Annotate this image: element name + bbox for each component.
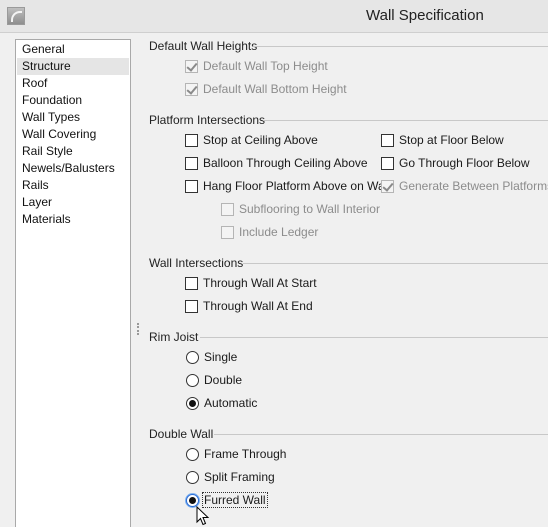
- stop-at-floor-below-label: Stop at Floor Below: [399, 133, 504, 147]
- group-divider: [243, 263, 548, 264]
- mouse-pointer-icon: [196, 506, 210, 526]
- through-wall-at-start-checkbox[interactable]: [185, 277, 198, 290]
- hang-floor-platform-label: Hang Floor Platform Above on Wall: [203, 179, 390, 193]
- frame-through-radio[interactable]: [186, 448, 199, 461]
- group-title-rim-joist: Rim Joist: [149, 330, 199, 344]
- rim-joist-automatic-radio[interactable]: [186, 397, 199, 410]
- hang-floor-platform-checkbox[interactable]: [185, 180, 198, 193]
- default-wall-top-height-label: Default Wall Top Height: [203, 59, 328, 73]
- group-title-default-wall-heights: Default Wall Heights: [149, 39, 258, 53]
- group-divider: [214, 434, 548, 435]
- window-title: Wall Specification: [366, 7, 484, 24]
- sidebar-item-materials[interactable]: Materials: [17, 211, 129, 228]
- rim-joist-single-radio[interactable]: [186, 351, 199, 364]
- sidebar-item-layer[interactable]: Layer: [17, 194, 129, 211]
- default-wall-bottom-height-label: Default Wall Bottom Height: [203, 82, 347, 96]
- group-title-wall-intersections: Wall Intersections: [149, 256, 244, 270]
- balloon-through-ceiling-label: Balloon Through Ceiling Above: [203, 156, 368, 170]
- include-ledger-checkbox[interactable]: [221, 226, 234, 239]
- sidebar-item-roof[interactable]: Roof: [17, 75, 129, 92]
- generate-between-platforms-label: Generate Between Platforms: [399, 179, 548, 193]
- sidebar-item-rail-style[interactable]: Rail Style: [17, 143, 129, 160]
- resize-grip[interactable]: [137, 323, 141, 335]
- rim-joist-automatic-label: Automatic: [204, 396, 258, 410]
- rim-joist-single-label: Single: [204, 350, 238, 364]
- sidebar-item-rails[interactable]: Rails: [17, 177, 129, 194]
- rim-joist-double-label: Double: [204, 373, 243, 387]
- sidebar-item-wall-covering[interactable]: Wall Covering: [17, 126, 129, 143]
- frame-through-label: Frame Through: [204, 447, 287, 461]
- subflooring-checkbox[interactable]: [221, 203, 234, 216]
- furred-wall-label: Furred Wall: [202, 492, 268, 508]
- sidebar-item-foundation[interactable]: Foundation: [17, 92, 129, 109]
- sidebar-item-general[interactable]: General: [17, 41, 129, 58]
- split-framing-radio[interactable]: [186, 471, 199, 484]
- title-bar: Wall Specification: [0, 0, 548, 33]
- balloon-through-ceiling-checkbox[interactable]: [185, 157, 198, 170]
- split-framing-label: Split Framing: [204, 470, 275, 484]
- sidebar-item-structure[interactable]: Structure: [17, 58, 129, 75]
- include-ledger-label: Include Ledger: [239, 225, 319, 239]
- through-wall-at-end-label: Through Wall At End: [203, 299, 313, 313]
- stop-at-floor-below-checkbox[interactable]: [381, 134, 394, 147]
- sidebar-item-newels-balusters[interactable]: Newels/Balusters: [17, 160, 129, 177]
- default-wall-top-height-checkbox[interactable]: [185, 60, 198, 73]
- subflooring-label: Subflooring to Wall Interior: [239, 202, 380, 216]
- through-wall-at-start-label: Through Wall At Start: [203, 276, 317, 290]
- group-divider: [253, 46, 548, 47]
- group-title-platform-intersections: Platform Intersections: [149, 113, 266, 127]
- stop-at-ceiling-above-label: Stop at Ceiling Above: [203, 133, 318, 147]
- through-wall-at-end-checkbox[interactable]: [185, 300, 198, 313]
- go-through-floor-below-checkbox[interactable]: [381, 157, 394, 170]
- stop-at-ceiling-above-checkbox[interactable]: [185, 134, 198, 147]
- group-divider: [200, 337, 548, 338]
- group-divider: [263, 120, 548, 121]
- app-icon[interactable]: [7, 7, 25, 25]
- group-title-double-wall: Double Wall: [149, 427, 214, 441]
- generate-between-platforms-checkbox[interactable]: [381, 180, 394, 193]
- rim-joist-double-radio[interactable]: [186, 374, 199, 387]
- sidebar-item-wall-types[interactable]: Wall Types: [17, 109, 129, 126]
- go-through-floor-below-label: Go Through Floor Below: [399, 156, 530, 170]
- category-list[interactable]: General Structure Roof Foundation Wall T…: [15, 39, 131, 527]
- default-wall-bottom-height-checkbox[interactable]: [185, 83, 198, 96]
